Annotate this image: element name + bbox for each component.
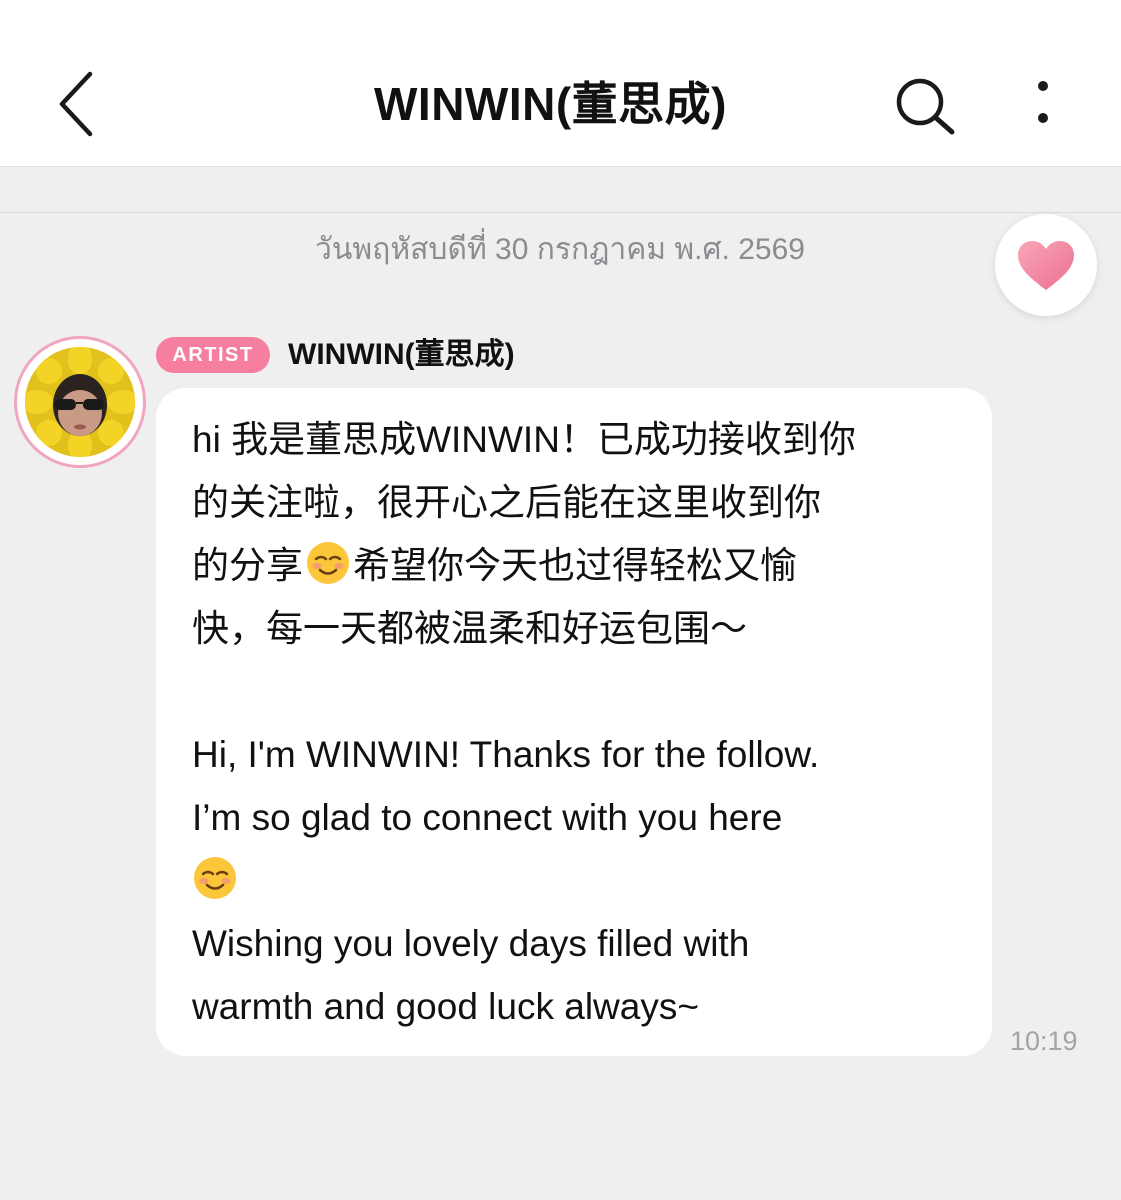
message-line: hi 我是董思成WINWIN！已成功接收到你: [192, 419, 856, 460]
message-text: 的分享: [192, 545, 303, 586]
message-line: [192, 849, 968, 912]
message-line: 快，每一天都被温柔和好运包围～: [192, 608, 747, 649]
chat-title: WINWIN(董思成): [374, 78, 727, 130]
top-app-bar: WINWIN(董思成): [0, 0, 1121, 167]
message-timestamp: 10:19: [1010, 1026, 1078, 1056]
message-bubble[interactable]: hi 我是董思成WINWIN！已成功接收到你 的关注啦，很开心之后能在这里收到你…: [156, 388, 992, 1056]
search-button[interactable]: [890, 74, 960, 138]
message-line: Wishing you lovely days filled with: [192, 923, 750, 964]
heart-icon: [1018, 241, 1074, 290]
date-separator: วันพฤหัสบดีที่ 30 กรกฎาคม พ.ศ. 2569: [315, 233, 805, 266]
search-icon: [896, 78, 955, 135]
chevron-left-icon: [59, 71, 93, 137]
message-line: 的分享 希望你今天也过得轻松又愉: [192, 534, 968, 597]
content-divider: [0, 212, 1121, 213]
sunflower-avatar-image: [25, 347, 135, 457]
more-vertical-icon: [1038, 81, 1048, 123]
message-line: 的关注啦，很开心之后能在这里收到你: [192, 482, 821, 523]
smiling-relieved-emoji-icon: [307, 542, 349, 584]
message-line: warmth and good luck always~: [192, 986, 699, 1027]
back-button[interactable]: [52, 68, 104, 140]
like-button[interactable]: [995, 214, 1097, 316]
smiling-relieved-emoji-icon: [194, 857, 236, 899]
artist-badge: ARTIST: [156, 337, 270, 373]
more-options-button[interactable]: [1020, 72, 1066, 136]
message-line: Hi, I'm WINWIN! Thanks for the follow.: [192, 734, 820, 775]
sender-name: WINWIN(董思成): [288, 338, 515, 371]
sender-avatar[interactable]: [14, 336, 146, 468]
message-line: I’m so glad to connect with you here: [192, 797, 783, 838]
message-text: 希望你今天也过得轻松又愉: [353, 545, 797, 586]
